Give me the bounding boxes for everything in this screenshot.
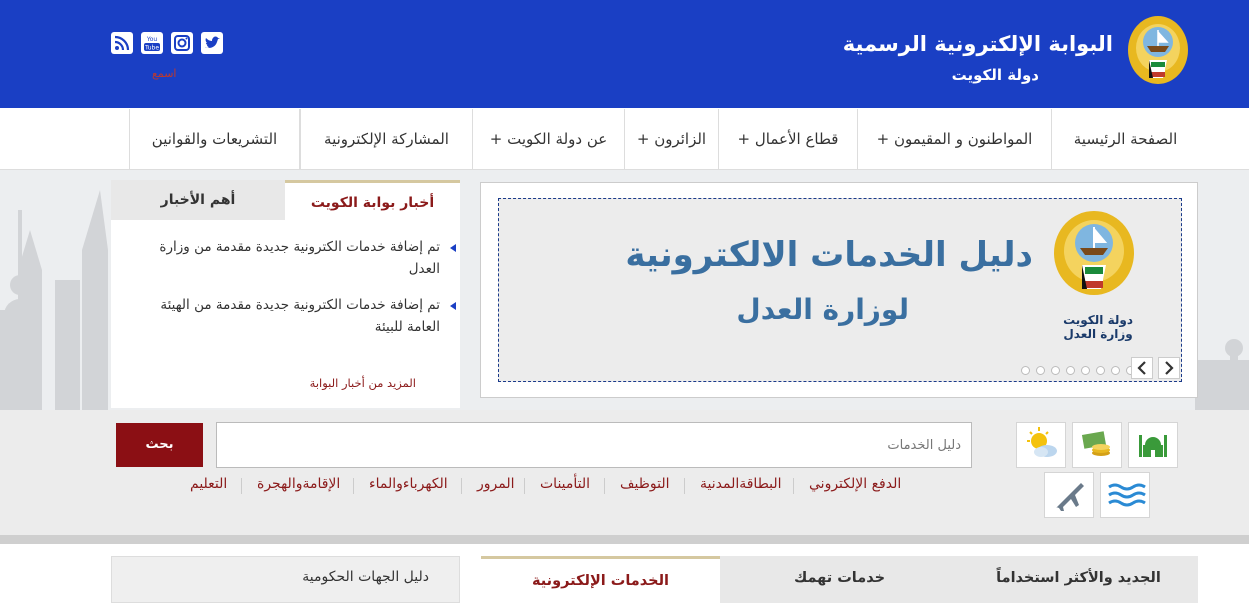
link-divider (604, 478, 605, 494)
kuwait-emblem-icon (1054, 211, 1134, 295)
instagram-icon[interactable] (171, 32, 193, 54)
tab-new-and-popular[interactable]: الجديد والأكثر استخداماً (959, 556, 1198, 603)
chevron-left-icon[interactable] (1131, 357, 1153, 379)
gov-directory-title: دليل الجهات الحكومية (302, 569, 429, 585)
nav-item-legislation[interactable]: التشريعات والقوانين (129, 109, 300, 169)
link-divider (793, 478, 794, 494)
top-header: البوابة الإلكترونية الرسمية دولة الكويت … (0, 0, 1249, 108)
tab-portal-news[interactable]: أخبار بوابة الكويت (285, 180, 460, 220)
kuwait-emblem-icon (1128, 16, 1188, 84)
brand[interactable]: البوابة الإلكترونية الرسمية دولة الكويت (843, 14, 1191, 94)
waves-icon[interactable] (1100, 472, 1150, 518)
link-divider (353, 478, 354, 494)
slide-emblem-caption: دولة الكويت وزارة العدل (1063, 313, 1133, 341)
slider-dot[interactable] (1066, 366, 1075, 375)
section-divider (0, 535, 1249, 544)
bullet-icon (450, 244, 456, 252)
quick-link[interactable]: البطاقةالمدنية (700, 476, 782, 492)
tab-e-services[interactable]: الخدمات الإلكترونية (481, 556, 720, 603)
slide-subtitle: لوزارة العدل (736, 293, 909, 326)
nav-item-visitors[interactable]: الزائرون + (624, 109, 718, 169)
slide[interactable]: دولة الكويت وزارة العدل دليل الخدمات الا… (498, 198, 1182, 382)
link-divider (461, 478, 462, 494)
slide-title: دليل الخدمات الالكترونية (625, 235, 1033, 275)
main-nav: الصفحة الرئيسية المواطنون و المقيمون + ق… (0, 109, 1249, 170)
quick-link[interactable]: الكهرباءوالماء (369, 476, 448, 492)
news-item[interactable]: تم إضافة خدمات الكترونية جديدة مقدمة من … (140, 236, 456, 280)
quick-link[interactable]: التوظيف (620, 476, 669, 492)
news-panel: أخبار بوابة الكويت أهم الأخبار تم إضافة … (111, 180, 460, 408)
rss-icon[interactable] (111, 32, 133, 54)
slider-dot[interactable] (1111, 366, 1120, 375)
chevron-right-icon[interactable] (1158, 357, 1180, 379)
search-band: بحث الدفع الإلكتروني البطاقةالمدنية التو… (0, 410, 1249, 535)
gov-directory-panel[interactable]: دليل الجهات الحكومية (111, 556, 460, 603)
listen-link[interactable]: اسمع (152, 67, 177, 80)
slider-dot[interactable] (1051, 366, 1060, 375)
slide-emblem-line-2: وزارة العدل (1063, 327, 1133, 341)
slide-emblem-line-1: دولة الكويت (1063, 313, 1133, 327)
quick-link[interactable]: الإقامةوالهجرة (257, 476, 340, 492)
nav-item-business[interactable]: قطاع الأعمال + (718, 109, 857, 169)
slider-dot[interactable] (1036, 366, 1045, 375)
news-item[interactable]: تم إضافة خدمات الكترونية جديدة مقدمة من … (140, 294, 456, 338)
slider-dot[interactable] (1021, 366, 1030, 375)
banner-slider: دولة الكويت وزارة العدل دليل الخدمات الا… (480, 182, 1198, 398)
weather-icon[interactable] (1016, 422, 1066, 468)
twitter-icon[interactable] (201, 32, 223, 54)
news-tabs: أخبار بوابة الكويت أهم الأخبار (111, 180, 460, 220)
svg-text:You: You (146, 36, 158, 43)
mosque-icon[interactable] (1128, 422, 1178, 468)
tab-services-for-you[interactable]: خدمات تهمك (720, 556, 959, 603)
more-news-link[interactable]: المزيد من أخبار البوابة (310, 376, 416, 390)
tab-top-news[interactable]: أهم الأخبار (111, 180, 285, 220)
nav-item-e-participation[interactable]: المشاركة الإلكترونية (300, 109, 472, 169)
bullet-icon (450, 302, 456, 310)
search-input[interactable] (216, 422, 972, 468)
link-divider (524, 478, 525, 494)
quick-link[interactable]: المرور (477, 476, 515, 492)
search-button[interactable]: بحث (116, 423, 203, 467)
slider-dot[interactable] (1081, 366, 1090, 375)
portal-title: البوابة الإلكترونية الرسمية (842, 32, 1113, 56)
link-divider (684, 478, 685, 494)
currency-icon[interactable] (1072, 422, 1122, 468)
slider-dot[interactable] (1096, 366, 1105, 375)
portal-subtitle: دولة الكويت (951, 66, 1039, 84)
news-item-text: تم إضافة خدمات الكترونية جديدة مقدمة من … (159, 239, 440, 277)
nav-item-home[interactable]: الصفحة الرئيسية (1051, 109, 1199, 169)
svg-text:Tube: Tube (144, 45, 159, 52)
news-item-text: تم إضافة خدمات الكترونية جديدة مقدمة من … (160, 297, 440, 335)
quick-link[interactable]: التأمينات (540, 476, 590, 492)
airplane-icon[interactable] (1044, 472, 1094, 518)
youtube-icon[interactable]: You Tube (141, 32, 163, 54)
nav-item-citizens[interactable]: المواطنون و المقيمون + (857, 109, 1051, 169)
link-divider (241, 478, 242, 494)
nav-item-about-kuwait[interactable]: عن دولة الكويت + (472, 109, 624, 169)
hero-section: أخبار بوابة الكويت أهم الأخبار تم إضافة … (0, 170, 1249, 410)
services-section: الجديد والأكثر استخداماً خدمات تهمك الخد… (0, 544, 1249, 603)
quick-link[interactable]: الدفع الإلكتروني (809, 476, 901, 492)
quick-link[interactable]: التعليم (190, 476, 227, 492)
